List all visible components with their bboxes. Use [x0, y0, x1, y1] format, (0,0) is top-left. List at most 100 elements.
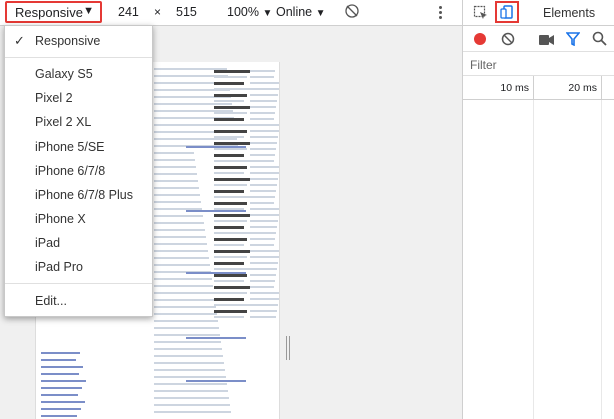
page-text-line	[154, 180, 198, 182]
zoom-arrow-icon: ▼	[262, 8, 273, 19]
network-select[interactable]: Online ▼	[276, 5, 326, 19]
menu-item-iphone-6-7-8[interactable]: iPhone 6/7/8	[5, 161, 152, 183]
page-link-line	[186, 146, 246, 148]
page-text-line	[154, 236, 206, 238]
filter-input[interactable]: Filter	[463, 52, 614, 76]
page-text-line	[154, 222, 204, 224]
more-options-icon[interactable]	[437, 4, 443, 22]
page-side-line	[214, 238, 247, 241]
page-text-line	[154, 159, 195, 161]
page-side-line	[214, 70, 250, 73]
page-text-line	[154, 201, 201, 203]
page-side-line	[250, 256, 279, 258]
page-text-line	[154, 348, 222, 350]
page-link-line	[186, 380, 246, 382]
page-side-line	[214, 142, 250, 145]
menu-item-pixel-2[interactable]: Pixel 2	[5, 88, 152, 110]
width-input[interactable]: 241	[118, 5, 139, 19]
rotate-icon[interactable]	[344, 3, 360, 22]
page-side-line	[214, 106, 250, 109]
page-side-line	[214, 250, 250, 253]
menu-item-edit[interactable]: Edit...	[5, 291, 152, 313]
page-side-line	[214, 262, 244, 265]
record-icon[interactable]	[474, 33, 486, 45]
menu-item-responsive[interactable]: ✓ Responsive	[5, 31, 152, 53]
page-side-line	[250, 112, 275, 114]
page-side-line	[250, 82, 279, 84]
page-side-line	[250, 70, 275, 72]
page-side-line	[250, 286, 274, 288]
device-toolbar-toggle[interactable]	[495, 1, 519, 23]
menu-item-iphone-6-7-8-plus[interactable]: iPhone 6/7/8 Plus	[5, 185, 152, 207]
page-text-line	[154, 397, 229, 399]
page-side-line	[214, 76, 247, 78]
zoom-select[interactable]: 100% ▼	[227, 5, 272, 19]
page-side-line	[250, 310, 277, 312]
page-side-line	[250, 304, 278, 306]
height-input[interactable]: 515	[176, 5, 197, 19]
page-side-line	[250, 94, 278, 96]
page-text-line	[154, 376, 226, 378]
page-text-line	[154, 285, 213, 287]
filter-icon[interactable]	[565, 32, 581, 51]
page-left-line	[41, 366, 83, 368]
page-text-line	[154, 320, 218, 322]
page-side-line	[250, 148, 276, 150]
page-text-line	[154, 355, 223, 357]
menu-item-label: Edit...	[35, 294, 67, 308]
menu-item-label: iPhone 6/7/8	[35, 164, 106, 178]
menu-item-label: iPhone 5/SE	[35, 140, 105, 154]
page-side-line	[214, 268, 250, 270]
clear-icon[interactable]	[501, 32, 515, 51]
page-side-line	[214, 232, 250, 234]
page-text-line	[154, 243, 207, 245]
page-text-line	[154, 264, 210, 266]
dimension-separator: ×	[154, 5, 162, 19]
search-icon[interactable]	[592, 31, 607, 51]
menu-item-galaxy-s5[interactable]: Galaxy S5	[5, 64, 152, 86]
timeline-label-20ms: 20 ms	[568, 82, 597, 94]
menu-item-iphone-5-se[interactable]: iPhone 5/SE	[5, 137, 152, 159]
menu-item-pixel-2-xl[interactable]: Pixel 2 XL	[5, 112, 152, 134]
dropdown-arrow-icon: ▼	[83, 5, 94, 17]
device-select[interactable]: Responsive ▼	[5, 1, 102, 23]
timeline-grid	[463, 100, 614, 419]
page-side-line	[214, 166, 247, 169]
page-side-line	[250, 166, 279, 168]
page-text-line	[154, 327, 219, 329]
menu-item-label: Pixel 2	[35, 91, 73, 105]
inspect-element-icon[interactable]	[473, 5, 489, 26]
page-side-line	[250, 100, 277, 102]
page-left-line	[41, 380, 86, 382]
network-value: Online	[276, 5, 313, 19]
page-side-line	[250, 190, 276, 192]
page-side-line	[250, 136, 278, 138]
page-side-line	[214, 100, 244, 102]
menu-item-label: iPad Pro	[35, 260, 83, 274]
menu-item-ipad[interactable]: iPad	[5, 233, 152, 255]
page-side-line	[250, 154, 275, 156]
screenshot-icon[interactable]	[539, 33, 554, 51]
page-side-line	[214, 82, 244, 85]
page-side-line	[214, 256, 247, 258]
page-text-line	[154, 103, 232, 105]
menu-item-iphone-x[interactable]: iPhone X	[5, 209, 152, 231]
page-side-line	[250, 226, 277, 228]
network-arrow-icon: ▼	[315, 8, 326, 19]
page-side-line	[250, 118, 274, 120]
tab-elements[interactable]: Elements	[543, 6, 595, 20]
page-text-line	[154, 194, 200, 196]
page-side-line	[214, 160, 250, 162]
page-side-line	[214, 196, 250, 198]
page-side-line	[250, 172, 279, 174]
page-side-line	[250, 106, 276, 108]
page-side-line	[214, 226, 244, 229]
page-text-line	[154, 369, 225, 371]
page-side-line	[250, 88, 279, 90]
page-text-line	[154, 306, 216, 308]
page-left-line	[41, 394, 78, 396]
checkmark-icon: ✓	[14, 33, 25, 48]
page-text-line	[154, 173, 197, 175]
menu-item-ipad-pro[interactable]: iPad Pro	[5, 257, 152, 279]
resize-handle[interactable]	[286, 336, 291, 360]
